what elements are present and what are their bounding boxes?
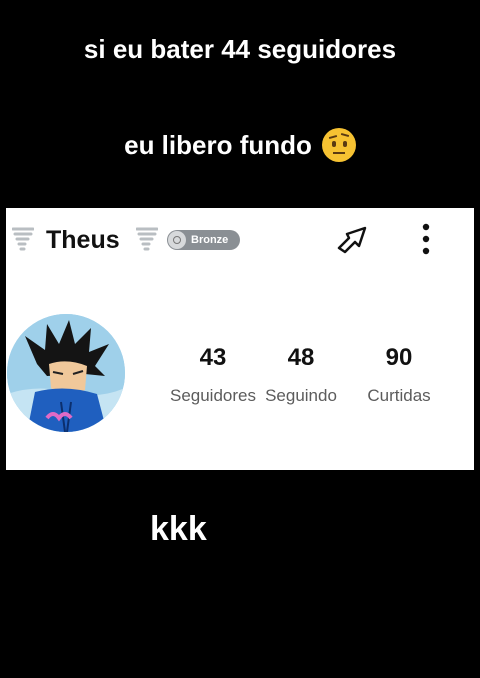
caption-line-1: si eu bater 44 seguidores xyxy=(83,34,397,64)
followers-count: 43 xyxy=(199,344,227,371)
caption-bottom: kkk xyxy=(150,510,207,548)
caption-line-2-row: eu libero fundo xyxy=(0,128,480,162)
badge-label: Bronze xyxy=(191,234,229,246)
likes-label: Curtidas xyxy=(367,386,431,405)
followers-label: Seguidores xyxy=(169,386,256,405)
stat-likes[interactable]: 90 Curtidas xyxy=(359,344,439,406)
tornado-icon xyxy=(135,225,159,255)
share-icon[interactable] xyxy=(335,222,373,256)
caption-line-2: eu libero fundo xyxy=(124,129,312,160)
following-label: Seguindo xyxy=(265,386,337,405)
following-count: 48 xyxy=(287,344,315,371)
username: Theus xyxy=(46,226,120,254)
face-with-raised-eyebrow-icon xyxy=(321,128,356,162)
profile-header: Theus Bronze xyxy=(6,208,474,270)
tornado-icon xyxy=(11,225,35,255)
profile-card: Theus Bronze 43 Seguidores 48 Seguindo 9… xyxy=(6,208,474,470)
more-vertical-icon[interactable] xyxy=(413,222,439,258)
rank-badge[interactable]: Bronze xyxy=(167,230,240,250)
badge-icon xyxy=(168,231,186,249)
avatar[interactable] xyxy=(7,314,125,432)
stat-following[interactable]: 48 Seguindo xyxy=(259,344,343,406)
likes-count: 90 xyxy=(385,344,413,371)
stat-followers[interactable]: 43 Seguidores xyxy=(152,344,274,406)
